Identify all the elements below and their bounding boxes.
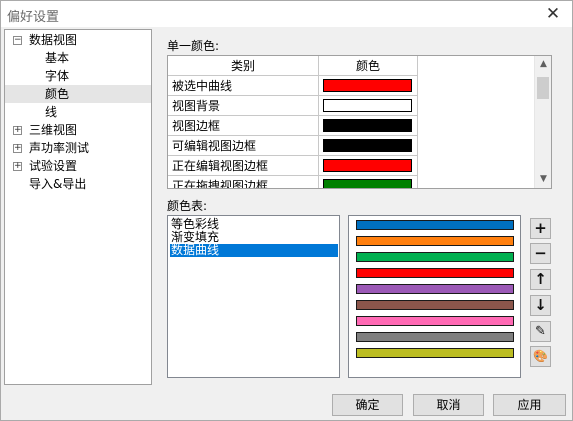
row-category: 正在编辑视图边框 bbox=[168, 156, 319, 176]
column-header-color[interactable]: 颜色 bbox=[319, 56, 418, 76]
tree-item-label: 导入&导出 bbox=[29, 177, 87, 191]
remove-color-button[interactable]: − bbox=[530, 243, 551, 264]
color-swatch[interactable] bbox=[323, 139, 412, 152]
color-swatch[interactable] bbox=[323, 159, 412, 172]
close-icon[interactable]: ✕ bbox=[542, 3, 564, 25]
vertical-scrollbar[interactable]: ▲ ▼ bbox=[534, 56, 551, 188]
row-color-cell[interactable] bbox=[319, 96, 418, 116]
tree-item-color[interactable]: 颜色 bbox=[5, 85, 151, 103]
scroll-down-icon[interactable]: ▼ bbox=[535, 171, 551, 188]
palette-color-bar[interactable] bbox=[356, 252, 514, 262]
expand-icon[interactable]: + bbox=[13, 162, 22, 171]
single-color-grid: 类别 颜色 被选中曲线 视图背景 视图边框 可编辑视图边框 正在编辑视图边框 正… bbox=[167, 55, 552, 189]
tree-item-label: 数据视图 bbox=[29, 33, 78, 47]
scrollbar-thumb[interactable] bbox=[537, 77, 549, 99]
palette-color-bar[interactable] bbox=[356, 268, 514, 278]
apply-button[interactable]: 应用 bbox=[493, 394, 566, 416]
palette-color-bar[interactable] bbox=[356, 300, 514, 310]
row-category: 视图背景 bbox=[168, 96, 319, 116]
row-category: 被选中曲线 bbox=[168, 76, 319, 96]
color-table-label: 颜色表: bbox=[167, 199, 208, 213]
tree-item-label: 颜色 bbox=[45, 87, 70, 101]
tree-item-label: 声功率测试 bbox=[29, 141, 90, 155]
table-row[interactable]: 被选中曲线 bbox=[168, 76, 418, 96]
table-row[interactable]: 视图边框 bbox=[168, 116, 418, 136]
color-table-list: 等色彩线 渐变填充 数据曲线 bbox=[167, 215, 340, 378]
palette-preview bbox=[348, 215, 521, 378]
expand-icon[interactable]: + bbox=[13, 144, 22, 153]
single-color-label: 单一颜色: bbox=[167, 39, 220, 53]
row-category: 正在拖拽视图边框 bbox=[168, 176, 319, 188]
expand-icon[interactable]: + bbox=[13, 126, 22, 135]
palette-color-bar[interactable] bbox=[356, 332, 514, 342]
row-color-cell[interactable] bbox=[319, 136, 418, 156]
table-row[interactable]: 正在拖拽视图边框 bbox=[168, 176, 418, 188]
title-bar: 偏好设置 ✕ bbox=[1, 1, 572, 27]
table-row[interactable]: 可编辑视图边框 bbox=[168, 136, 418, 156]
settings-tree: − 数据视图 基本 字体 颜色 线 + 三维视图 + 声功率测试 + 试验设置 … bbox=[4, 29, 152, 385]
cancel-button[interactable]: 取消 bbox=[413, 394, 484, 416]
preferences-dialog: 偏好设置 ✕ − 数据视图 基本 字体 颜色 线 + 三维视图 + 声功率测试 … bbox=[0, 0, 573, 421]
tree-item-label: 线 bbox=[45, 105, 58, 119]
color-swatch[interactable] bbox=[323, 79, 412, 92]
tree-item-label: 字体 bbox=[45, 69, 70, 83]
edit-pencil-icon[interactable]: ✎ bbox=[530, 321, 551, 342]
row-category: 可编辑视图边框 bbox=[168, 136, 319, 156]
row-color-cell[interactable] bbox=[319, 116, 418, 136]
tree-item-basic[interactable]: 基本 bbox=[45, 49, 69, 67]
tree-item-line[interactable]: 线 bbox=[45, 103, 57, 121]
list-item-selected[interactable]: 数据曲线 bbox=[170, 244, 338, 257]
collapse-icon[interactable]: − bbox=[13, 36, 22, 45]
add-color-button[interactable]: + bbox=[530, 218, 551, 239]
palette-color-bar[interactable] bbox=[356, 236, 514, 246]
tree-item-label: 三维视图 bbox=[29, 123, 78, 137]
palette-icon[interactable]: 🎨 bbox=[530, 346, 551, 367]
row-color-cell[interactable] bbox=[319, 156, 418, 176]
palette-color-bar[interactable] bbox=[356, 316, 514, 326]
row-color-cell[interactable] bbox=[319, 76, 418, 96]
grid-header: 类别 颜色 bbox=[168, 56, 418, 76]
palette-color-bar[interactable] bbox=[356, 348, 514, 358]
tree-item-label: 试验设置 bbox=[29, 159, 78, 173]
palette-color-bar[interactable] bbox=[356, 284, 514, 294]
ok-button[interactable]: 确定 bbox=[332, 394, 403, 416]
row-color-cell[interactable] bbox=[319, 176, 418, 188]
color-swatch[interactable] bbox=[323, 119, 412, 132]
table-row[interactable]: 视图背景 bbox=[168, 96, 418, 116]
color-swatch[interactable] bbox=[323, 99, 412, 112]
move-down-button[interactable]: ↓ bbox=[530, 295, 551, 316]
tree-item-label: 基本 bbox=[45, 51, 70, 65]
move-up-button[interactable]: ↑ bbox=[530, 269, 551, 290]
column-header-category[interactable]: 类别 bbox=[168, 56, 319, 76]
table-row[interactable]: 正在编辑视图边框 bbox=[168, 156, 418, 176]
row-category: 视图边框 bbox=[168, 116, 319, 136]
tree-item-import-export[interactable]: 导入&导出 bbox=[29, 175, 86, 193]
scroll-up-icon[interactable]: ▲ bbox=[535, 56, 551, 73]
window-title: 偏好设置 bbox=[7, 10, 60, 25]
color-swatch[interactable] bbox=[323, 179, 412, 188]
palette-color-bar[interactable] bbox=[356, 220, 514, 230]
tree-item-font[interactable]: 字体 bbox=[45, 67, 69, 85]
